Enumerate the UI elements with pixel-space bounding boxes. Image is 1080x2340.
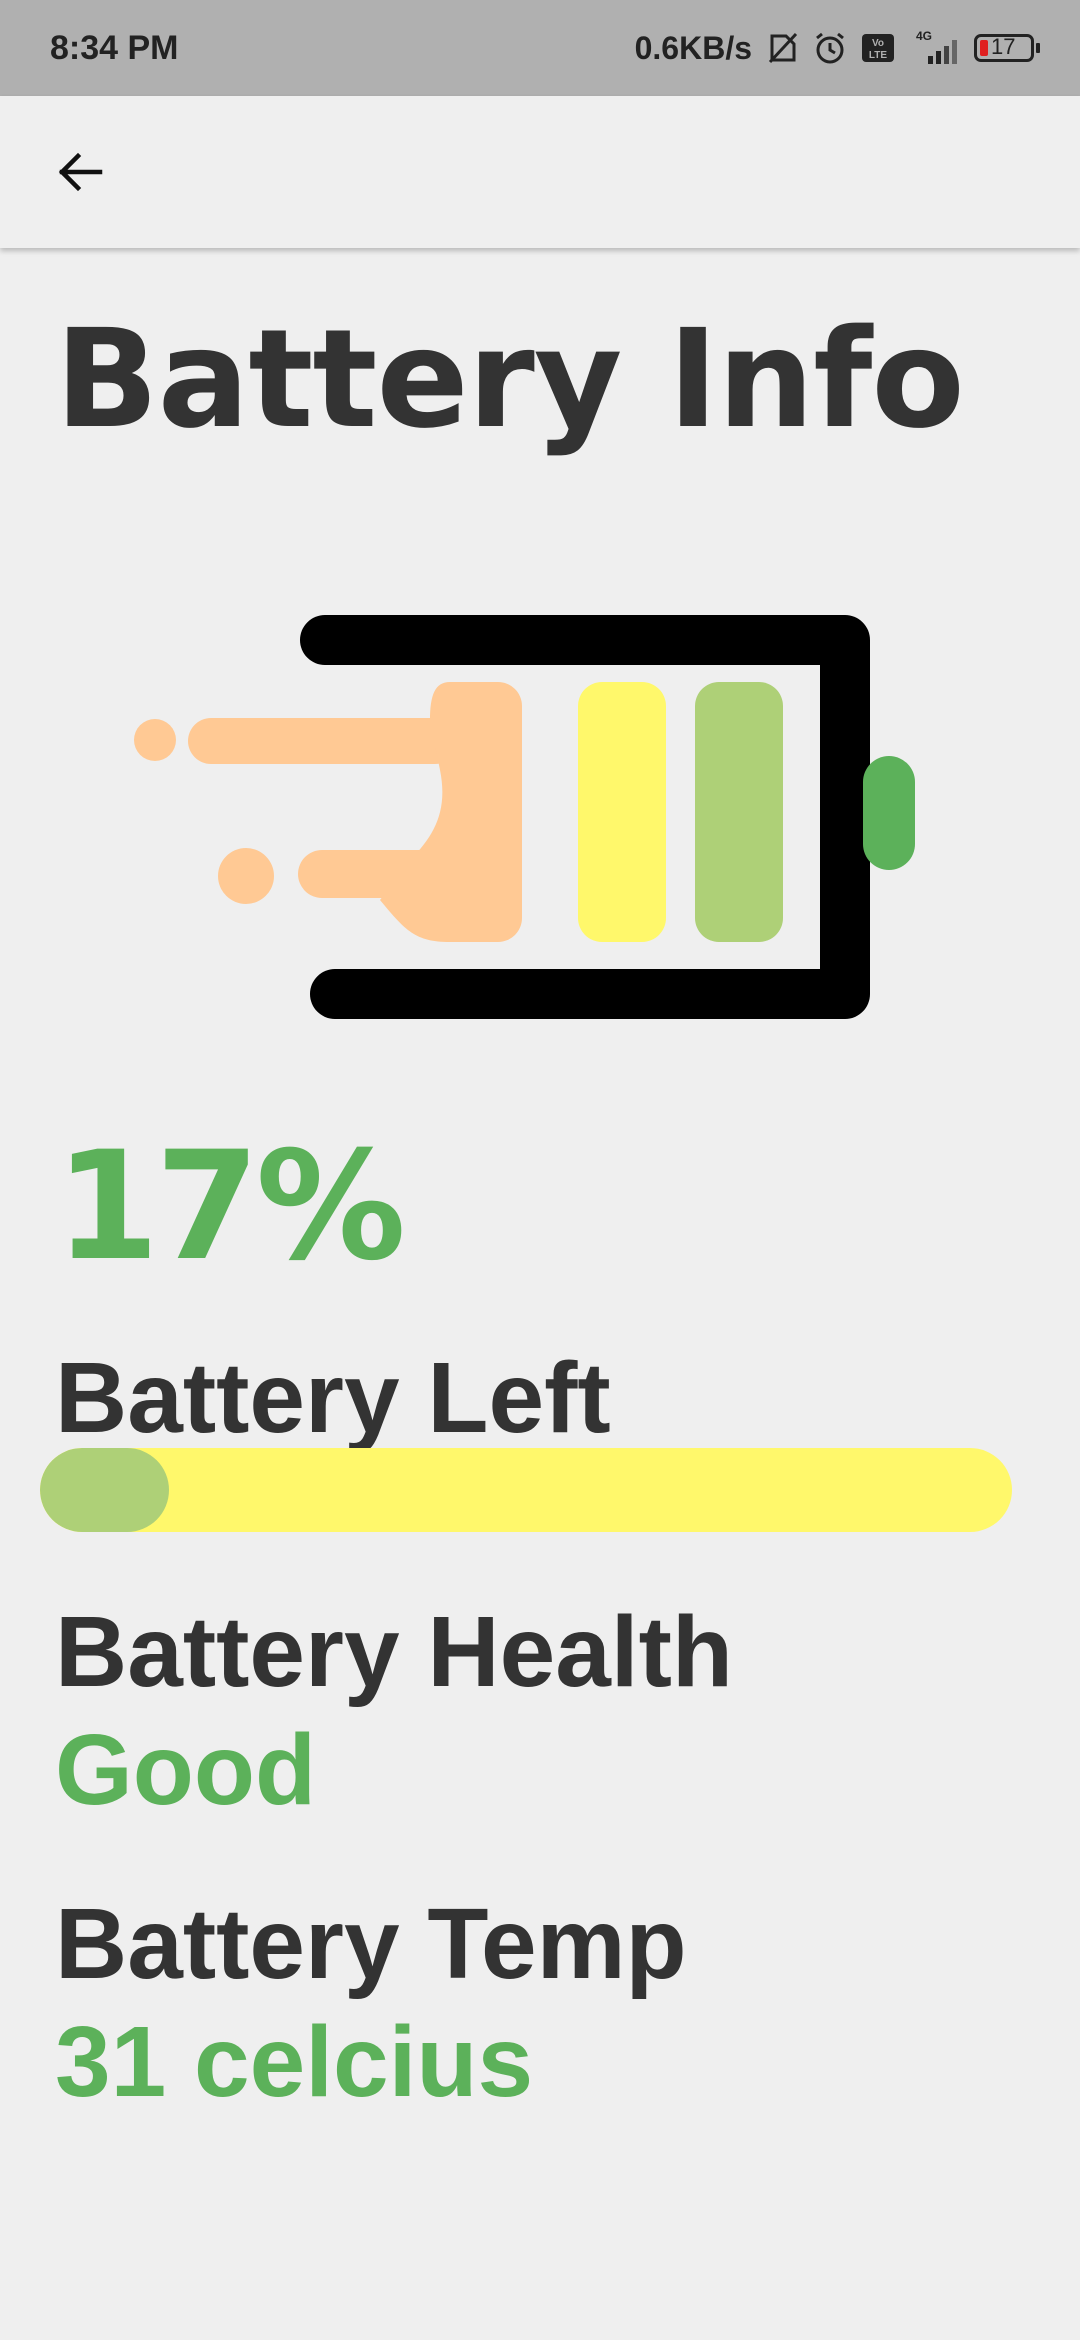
- status-icons: 0.6KB/s Vo LTE 4G 17: [635, 24, 1040, 72]
- back-button[interactable]: [40, 132, 120, 212]
- status-bar: 8:34 PM 0.6KB/s Vo LTE 4G 17: [0, 0, 1080, 96]
- alarm-icon: [812, 30, 848, 66]
- battery-illustration: [130, 610, 930, 1020]
- battery-terminal: [863, 756, 915, 870]
- hand-shape: [134, 682, 522, 942]
- app-bar: [0, 96, 1080, 248]
- page-title: Battery Info: [55, 301, 965, 459]
- battery-temp-value: 31 celcius: [55, 2006, 534, 2118]
- battery-level-fill: [40, 1448, 169, 1532]
- status-time: 8:34 PM: [50, 29, 179, 67]
- volte-icon: Vo LTE: [860, 30, 896, 66]
- network-speed: 0.6KB/s: [634, 29, 752, 66]
- battery-left-label: Battery Left: [55, 1342, 611, 1454]
- battery-health-label: Battery Health: [55, 1596, 733, 1708]
- svg-text:Vo: Vo: [872, 38, 884, 49]
- status-battery-level: 17: [991, 34, 1016, 59]
- no-sim-icon: [764, 30, 800, 66]
- battery-temp-label: Battery Temp: [55, 1888, 687, 2000]
- battery-cell-green: [695, 682, 783, 942]
- battery-cell-yellow: [578, 682, 666, 942]
- signal-icon: 4G: [908, 29, 962, 66]
- battery-percent: 17%: [55, 1120, 406, 1294]
- status-battery-fill: [980, 40, 988, 56]
- svg-text:LTE: LTE: [869, 50, 887, 61]
- battery-level-bar: [40, 1448, 1012, 1532]
- battery-health-value: Good: [55, 1714, 317, 1826]
- arrow-left-icon: [58, 152, 103, 192]
- svg-text:4G: 4G: [916, 30, 932, 43]
- battery-icon: 17: [974, 34, 1040, 62]
